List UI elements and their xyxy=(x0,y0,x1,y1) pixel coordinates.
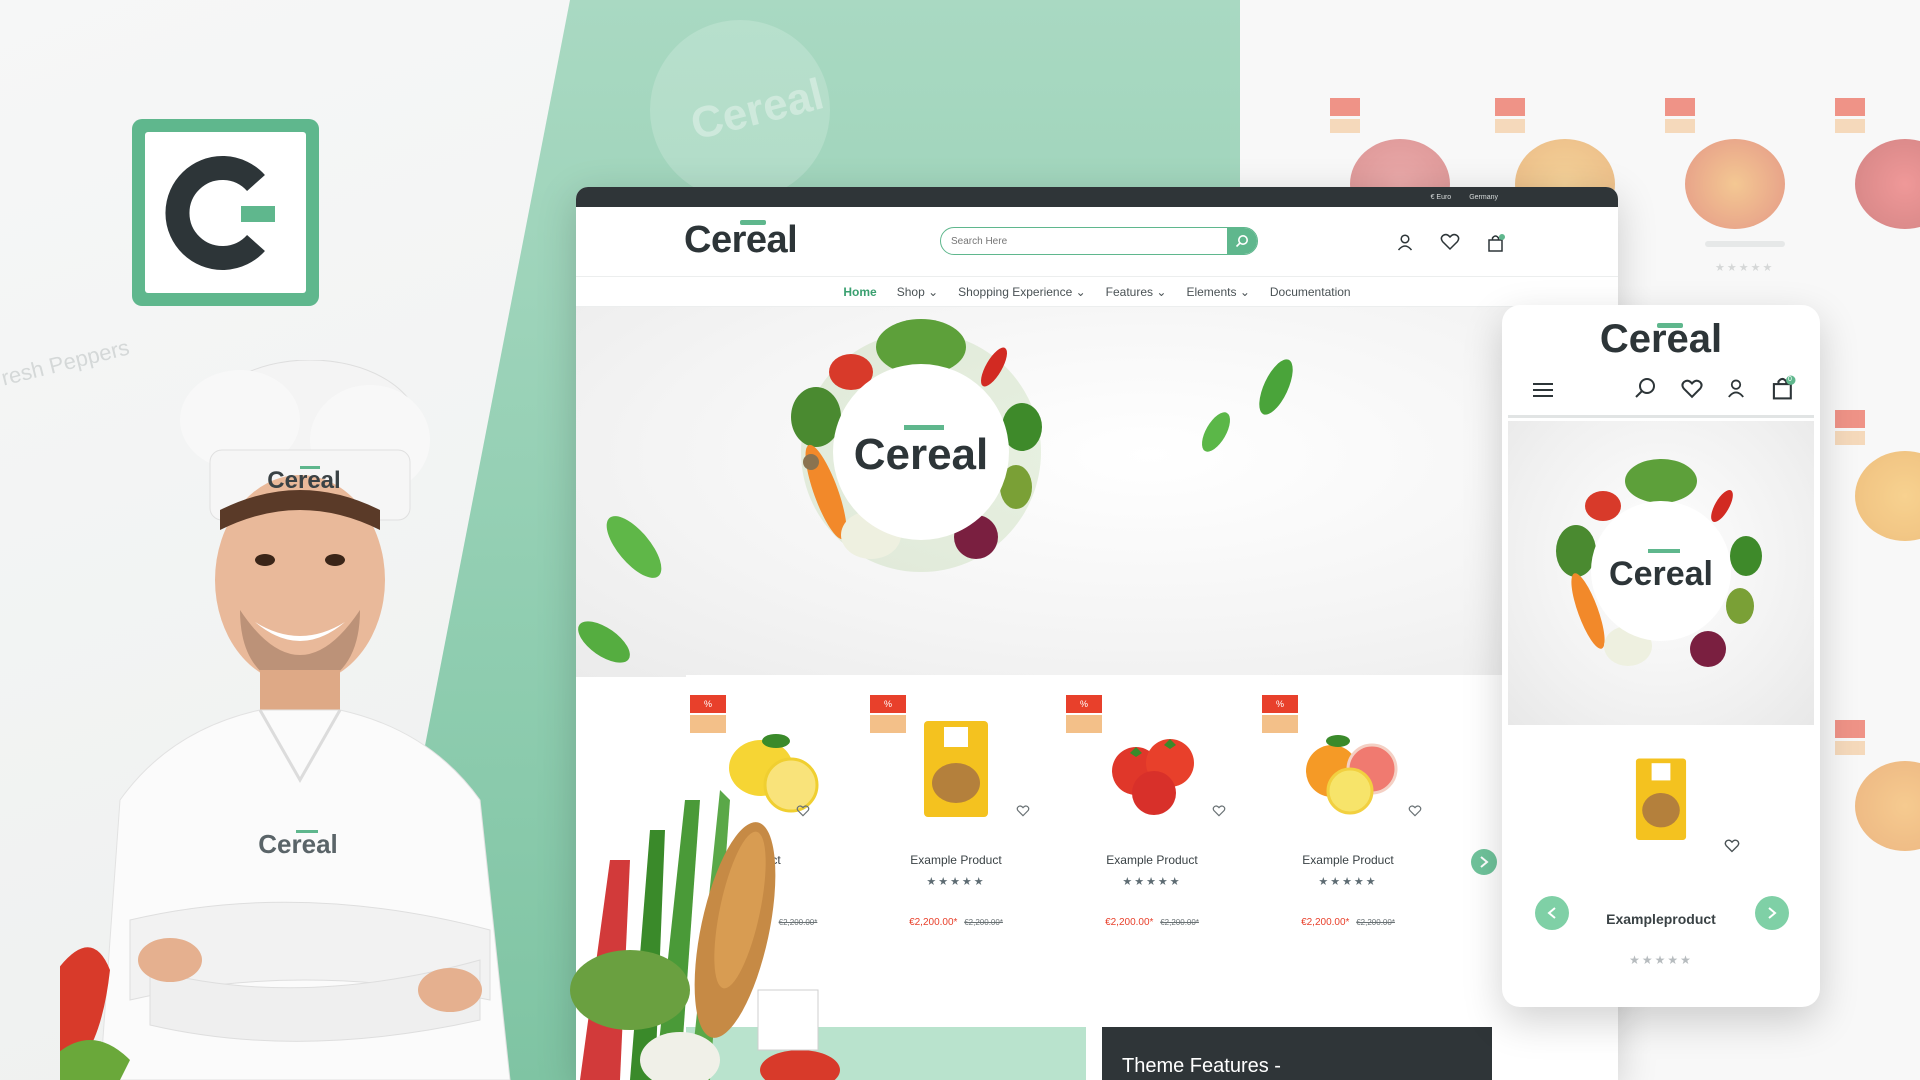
discount-badge: % xyxy=(870,695,906,713)
cart-icon[interactable] xyxy=(1486,233,1506,253)
carousel-next-button[interactable] xyxy=(1471,849,1497,875)
tomato-icon xyxy=(1112,739,1194,815)
mobile-mockup: Cereal 0 Cereal Exampleproduct ★★★★★ xyxy=(1502,305,1820,1007)
chevron-down-icon: ⌄ xyxy=(1239,284,1250,299)
ghost-card xyxy=(1835,98,1920,229)
mobile-hero-illustration: Cereal xyxy=(1556,459,1762,667)
product-name[interactable]: Example Product xyxy=(1062,853,1242,867)
mobile-header-icons: 0 xyxy=(1524,375,1804,405)
mobile-product-rating: ★★★★★ xyxy=(1629,953,1693,967)
nav-item-documentation[interactable]: Documentation xyxy=(1270,285,1351,299)
nav-item-label: Elements xyxy=(1186,284,1237,299)
nav-item-shop[interactable]: Shop ⌄ xyxy=(897,285,938,299)
heart-icon[interactable] xyxy=(1408,805,1422,817)
hero-logo-text: Cereal xyxy=(854,430,989,479)
nav-item-features[interactable]: Features ⌄ xyxy=(1106,285,1167,299)
heart-icon[interactable] xyxy=(1440,233,1460,251)
mobile-product-name[interactable]: Exampleproduct xyxy=(1502,911,1820,927)
product-price: €2,200.00* €2,200.00* xyxy=(1258,917,1438,928)
heart-icon[interactable] xyxy=(1680,379,1704,399)
app-icon xyxy=(132,119,319,306)
chef-illustration: Cereal Cereal xyxy=(60,360,511,1080)
chevron-down-icon: ⌄ xyxy=(928,284,939,299)
mobile-header-divider xyxy=(1508,415,1814,418)
discount-badge: % xyxy=(1262,695,1298,713)
product-card[interactable]: % Example Product ★★★★★ €2,200.00* €2,20… xyxy=(1062,675,1242,975)
product-rating: ★★★★★ xyxy=(1122,876,1182,888)
nav-item-label: Features xyxy=(1105,284,1154,299)
ghost-card xyxy=(1835,410,1920,541)
product-current-price: €2,200.00* xyxy=(909,917,958,928)
chevron-right-icon xyxy=(1480,856,1489,868)
cart-icon[interactable] xyxy=(1770,375,1796,401)
nav-item-label: Shop xyxy=(896,284,925,299)
heart-icon[interactable] xyxy=(1724,839,1740,853)
theme-features-banner: Theme Features - xyxy=(1102,1027,1492,1080)
search-bar[interactable] xyxy=(940,227,1258,255)
product-rating: ★★★★★ xyxy=(1318,876,1378,888)
site-logo[interactable]: Cereal xyxy=(684,219,798,262)
nav-item-label: Shopping Experience xyxy=(958,284,1073,299)
mobile-hero-banner: Cereal xyxy=(1508,421,1814,725)
nav-item-shopping-experience[interactable]: Shopping Experience ⌄ xyxy=(958,285,1086,299)
user-icon[interactable] xyxy=(1396,233,1414,251)
heart-icon[interactable] xyxy=(1212,805,1226,817)
hamburger-menu-icon[interactable] xyxy=(1532,381,1554,399)
main-nav: Home Shop ⌄ Shopping Experience ⌄ Featur… xyxy=(576,277,1618,307)
search-icon[interactable] xyxy=(1634,377,1656,399)
nav-item-home[interactable]: Home xyxy=(843,285,876,299)
search-icon xyxy=(1235,235,1248,248)
app-icon-inner xyxy=(145,132,306,293)
site-header: Cereal xyxy=(576,207,1618,277)
product-price: €2,200.00* €2,200.00* xyxy=(1062,917,1242,928)
mobile-hero-logo-text: Cereal xyxy=(1609,555,1713,593)
cart-count-badge: 0 xyxy=(1788,376,1792,383)
currency-select[interactable]: € Euro xyxy=(1431,194,1452,201)
almond-bag-icon xyxy=(1635,758,1687,840)
user-icon[interactable] xyxy=(1726,377,1746,399)
header-icons xyxy=(1396,233,1506,253)
citrus-icon xyxy=(1306,735,1398,815)
hero-banner: Cereal xyxy=(576,307,1618,677)
chef-hat-label: Cereal xyxy=(267,467,340,494)
grocery-vegetables-illustration xyxy=(570,790,840,1080)
heart-icon[interactable] xyxy=(1016,805,1030,817)
almond-bag-icon xyxy=(924,721,988,817)
product-old-price: €2,200.00* xyxy=(964,918,1003,927)
product-name[interactable]: Example Product xyxy=(1258,853,1438,867)
country-select[interactable]: Germany xyxy=(1469,194,1498,201)
chevron-down-icon: ⌄ xyxy=(1156,284,1167,299)
search-input[interactable] xyxy=(941,228,1221,254)
chevron-down-icon: ⌄ xyxy=(1075,284,1086,299)
ghost-card: ★★★★★ xyxy=(1665,98,1815,274)
product-old-price: €2,200.00* xyxy=(1160,918,1199,927)
product-card[interactable]: % Example Product ★★★★★ €2,200.00* €2,20… xyxy=(1258,675,1438,975)
site-logo-text: Cereal xyxy=(684,219,798,261)
logo-accent-bar xyxy=(740,220,766,225)
top-utility-bar: € Euro Germany xyxy=(576,187,1618,207)
ghost-card xyxy=(1835,720,1920,851)
nav-item-elements[interactable]: Elements ⌄ xyxy=(1186,285,1249,299)
discount-badge: % xyxy=(1066,695,1102,713)
product-current-price: €2,200.00* xyxy=(1301,917,1350,928)
logo-accent-bar xyxy=(1657,323,1683,328)
c-logo-icon xyxy=(165,155,275,270)
chef-coat-label: Cereal xyxy=(258,829,338,859)
product-old-price: €2,200.00* xyxy=(1356,918,1395,927)
discount-badge: % xyxy=(690,695,726,713)
search-button[interactable] xyxy=(1227,228,1257,254)
hero-illustration: Cereal xyxy=(578,319,1293,663)
product-current-price: €2,200.00* xyxy=(1105,917,1154,928)
